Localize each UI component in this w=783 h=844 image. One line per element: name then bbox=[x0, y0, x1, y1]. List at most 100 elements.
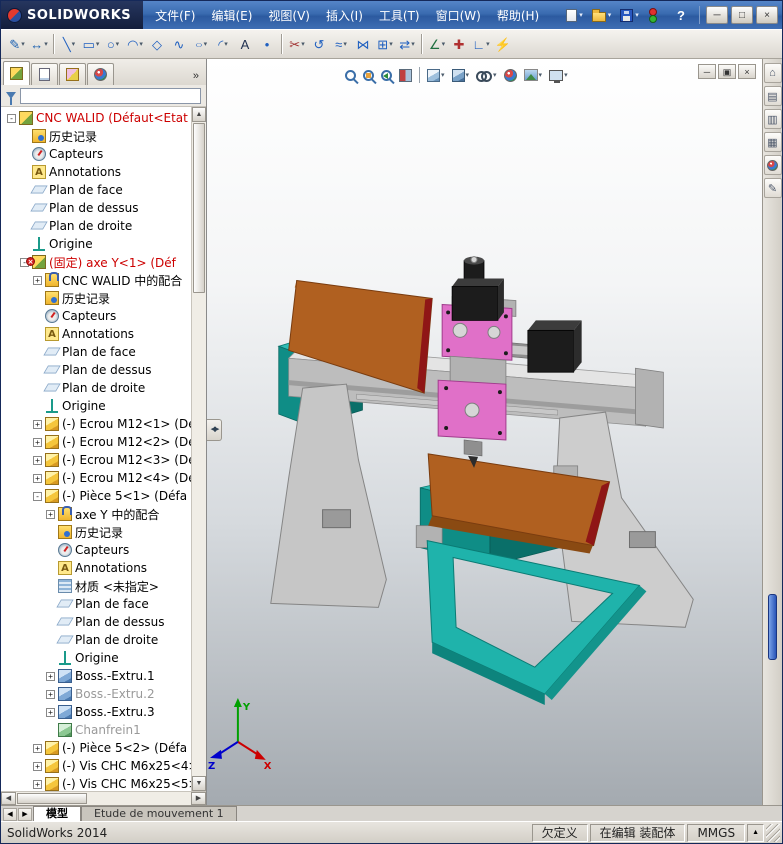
tree-item[interactable]: + (-) Vis CHC M6x25<5> bbox=[1, 775, 191, 791]
zoom-fit-button[interactable] bbox=[343, 65, 358, 85]
tree-item[interactable]: + (-) Ecrou M12<4> (Dé bbox=[1, 469, 191, 487]
tree-item[interactable]: +Origine bbox=[1, 397, 191, 415]
new-document-button[interactable]: ▾ bbox=[563, 7, 586, 24]
tree-item[interactable]: +历史记录 bbox=[1, 127, 191, 145]
custom-properties-tab[interactable]: ✎ bbox=[763, 178, 782, 198]
scrollbar-track[interactable] bbox=[88, 792, 191, 805]
tree-item[interactable]: + (-) Ecrou M12<2> (Dé bbox=[1, 433, 191, 451]
solidworks-resources-tab[interactable]: ⌂ bbox=[763, 63, 782, 83]
expander-icon[interactable]: + bbox=[33, 743, 42, 753]
expander-icon[interactable]: + bbox=[46, 671, 55, 681]
scrollbar-thumb[interactable] bbox=[17, 793, 87, 804]
scroll-left-button[interactable]: ◀ bbox=[1, 792, 16, 805]
menu-item-2[interactable]: 编辑(E) bbox=[203, 3, 260, 28]
tree-item[interactable]: +Origine bbox=[1, 235, 191, 253]
tree-item[interactable]: +Plan de droite bbox=[1, 217, 191, 235]
tree-item[interactable]: +Plan de dessus bbox=[1, 361, 191, 379]
trim-entities-button[interactable]: ✂ ▾ bbox=[286, 32, 308, 56]
tree-item[interactable]: + Boss.-Extru.3 bbox=[1, 703, 191, 721]
point-button[interactable]: • bbox=[256, 32, 278, 56]
tree-item[interactable]: - × (固定) axe Y<1> (Déf bbox=[1, 253, 191, 271]
tree-item[interactable]: +Plan de face bbox=[1, 343, 191, 361]
tree-item[interactable]: +Chanfrein1 bbox=[1, 721, 191, 739]
tree-item[interactable]: +Capteurs bbox=[1, 307, 191, 325]
document-minimize-button[interactable]: ─ bbox=[698, 64, 716, 79]
tree-item[interactable]: - CNC WALID (Défaut<Etat bbox=[1, 109, 191, 127]
smart-dimension-button[interactable]: ↔ ▾ bbox=[28, 32, 50, 56]
tree-item[interactable]: +Plan de dessus bbox=[1, 199, 191, 217]
feature-tree-filter-input[interactable] bbox=[20, 87, 201, 104]
propertymanager-tab[interactable] bbox=[31, 63, 58, 85]
expander-icon[interactable]: + bbox=[33, 761, 42, 771]
view-palette-tab[interactable]: ▦ bbox=[763, 132, 782, 152]
display-style-button[interactable]: ▾ bbox=[450, 65, 472, 85]
offset-entities-button[interactable]: ≈ ▾ bbox=[330, 32, 352, 56]
help-button[interactable]: ? bbox=[669, 8, 693, 23]
rapid-sketch-button[interactable]: ⚡ bbox=[492, 32, 514, 56]
display-delete-relations-button[interactable]: ∠ ▾ bbox=[426, 32, 448, 56]
tab-scroll-left-button[interactable]: ◀ bbox=[3, 808, 17, 821]
expander-icon[interactable]: + bbox=[46, 509, 55, 519]
unit-system[interactable]: MMGS bbox=[687, 823, 746, 842]
scroll-right-button[interactable]: ▶ bbox=[191, 792, 206, 805]
beam-end-plate[interactable] bbox=[635, 367, 664, 429]
tree-item[interactable]: + (-) Vis CHC M6x25<4> bbox=[1, 757, 191, 775]
menu-item-3[interactable]: 视图(V) bbox=[260, 3, 318, 28]
tree-item[interactable]: + Boss.-Extru.2 bbox=[1, 685, 191, 703]
tree-item[interactable]: +Annotations bbox=[1, 163, 191, 181]
menu-item-4[interactable]: 插入(I) bbox=[318, 3, 371, 28]
sketch-fillet-button[interactable]: ◜ ▾ bbox=[212, 32, 234, 56]
view-orientation-button[interactable]: ▾ bbox=[425, 65, 447, 85]
appearances-scenes-tab[interactable] bbox=[763, 155, 782, 175]
graphics-viewport[interactable]: Y X Z ▾ ▾ ▾ ▾ ▾ ─ ▣ × ◀▶ bbox=[207, 59, 762, 805]
tree-item[interactable]: +Plan de face bbox=[1, 181, 191, 199]
tree-vertical-scrollbar[interactable]: ▲ ▼ bbox=[191, 107, 206, 791]
unit-system-dropdown[interactable]: ▲ bbox=[747, 823, 764, 842]
z-axis-motor[interactable] bbox=[451, 256, 504, 321]
tab-scroll-right-button[interactable]: ▶ bbox=[18, 808, 32, 821]
maximize-button[interactable]: □ bbox=[731, 6, 753, 24]
convert-entities-button[interactable]: ↺ bbox=[308, 32, 330, 56]
zoom-area-button[interactable] bbox=[361, 65, 376, 85]
performance-indicator[interactable] bbox=[645, 6, 659, 25]
expander-icon[interactable]: + bbox=[46, 707, 55, 717]
tree-item[interactable]: + axe Y 中的配合 bbox=[1, 505, 191, 523]
tree-item[interactable]: +Plan de droite bbox=[1, 379, 191, 397]
text-button[interactable]: A bbox=[234, 32, 256, 56]
task-pane-slider-handle[interactable] bbox=[768, 594, 777, 660]
tree-item[interactable]: +Annotations bbox=[1, 559, 191, 577]
scroll-down-button[interactable]: ▼ bbox=[192, 776, 206, 791]
tree-item[interactable]: - (-) Pièce 5<1> (Défa bbox=[1, 487, 191, 505]
save-button[interactable]: ▾ bbox=[617, 7, 642, 24]
tree-item[interactable]: + CNC WALID 中的配合 bbox=[1, 271, 191, 289]
quick-snaps-button[interactable]: ∟ ▾ bbox=[470, 32, 492, 56]
expander-icon[interactable]: + bbox=[33, 455, 42, 465]
tree-item[interactable]: +Plan de face bbox=[1, 595, 191, 613]
menu-item-6[interactable]: 窗口(W) bbox=[428, 3, 489, 28]
view-settings-button[interactable]: ▾ bbox=[547, 65, 570, 85]
tree-item[interactable]: +历史记录 bbox=[1, 289, 191, 307]
displaymanager-tab[interactable] bbox=[87, 63, 114, 85]
expander-icon[interactable]: + bbox=[33, 437, 42, 447]
spline-button[interactable]: ∿ bbox=[168, 32, 190, 56]
tree-item[interactable]: +Capteurs bbox=[1, 541, 191, 559]
tab-model[interactable]: 模型 bbox=[33, 806, 81, 821]
rectangle-button[interactable]: ▭ ▾ bbox=[80, 32, 102, 56]
tree-item[interactable]: +材质 <未指定> bbox=[1, 577, 191, 595]
panel-splitter-handle[interactable]: ◀▶ bbox=[207, 419, 222, 441]
mirror-entities-button[interactable]: ⋈ bbox=[352, 32, 374, 56]
menu-item-7[interactable]: 帮助(H) bbox=[489, 3, 547, 28]
model-canvas[interactable]: Y X Z bbox=[207, 59, 762, 805]
move-entities-button[interactable]: ⇄ ▾ bbox=[396, 32, 418, 56]
linear-sketch-pattern-button[interactable]: ⊞ ▾ bbox=[374, 32, 396, 56]
expander-icon[interactable]: + bbox=[33, 779, 42, 789]
repair-sketch-button[interactable]: ✚ bbox=[448, 32, 470, 56]
tree-item[interactable]: +历史记录 bbox=[1, 523, 191, 541]
section-view-button[interactable] bbox=[397, 65, 414, 85]
line-button[interactable]: ╲ ▾ bbox=[58, 32, 80, 56]
polygon-button[interactable]: ◇ bbox=[146, 32, 168, 56]
featuremanager-tab[interactable] bbox=[3, 61, 30, 85]
expander-icon[interactable]: + bbox=[46, 689, 55, 699]
expander-icon[interactable]: + bbox=[33, 419, 42, 429]
expander-icon[interactable]: + bbox=[33, 473, 42, 483]
